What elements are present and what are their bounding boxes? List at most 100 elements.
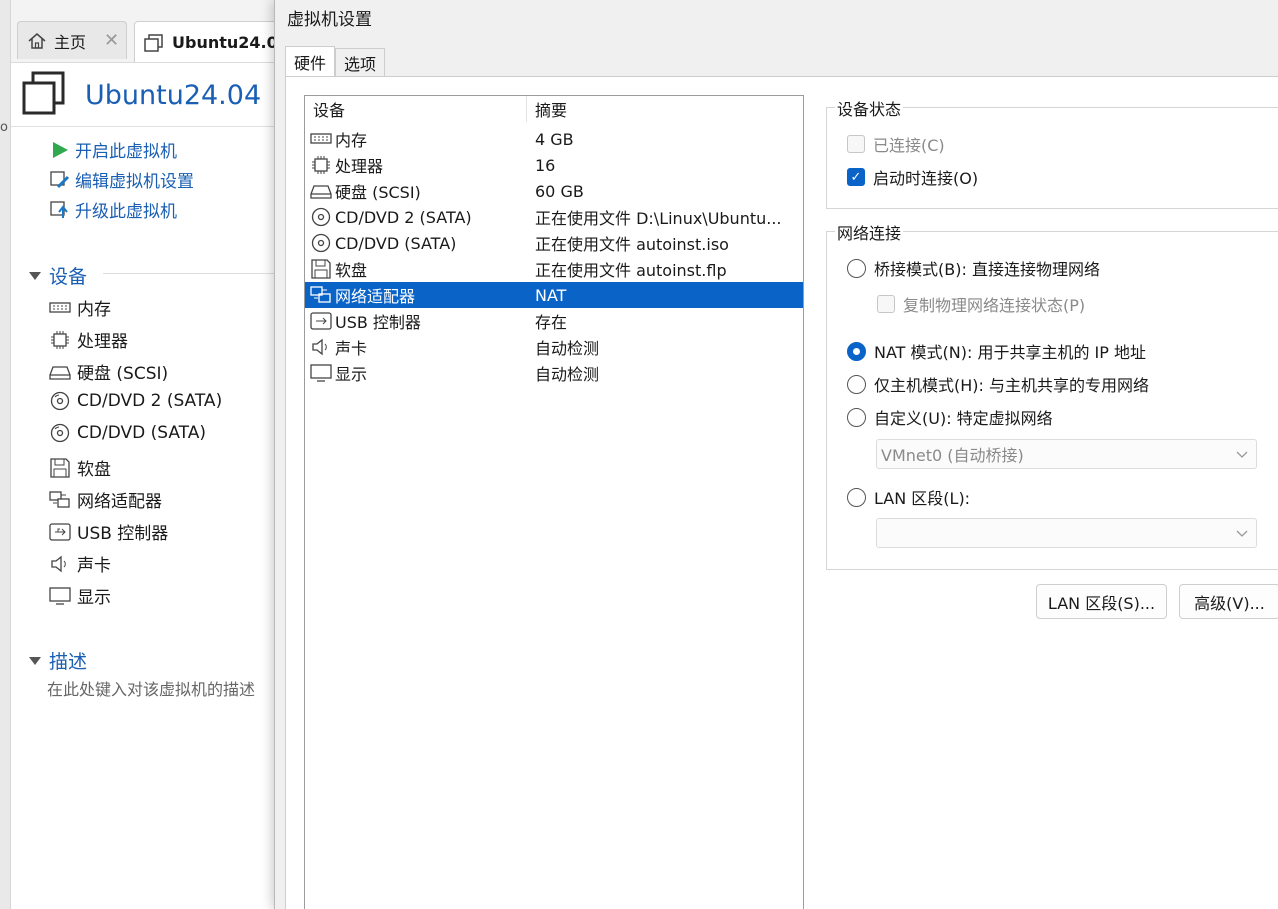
sidebar-item-label: 硬盘 (SCSI): [77, 364, 169, 384]
connected-checkbox[interactable]: 已连接(C): [847, 132, 945, 156]
lan-segment-select[interactable]: [876, 518, 1257, 548]
dialog-title: 虚拟机设置: [287, 10, 372, 30]
sidebar-item-cd-dvd-2[interactable]: CD/DVD 2 (SATA): [49, 391, 222, 411]
description-heading: 描述: [49, 651, 88, 673]
device-name: 声卡: [335, 339, 368, 358]
radio-circle: [847, 374, 866, 394]
upgrade-vm-label: 升级此虚拟机: [75, 202, 177, 222]
sidebar-item-sound[interactable]: 声卡: [49, 551, 111, 576]
device-name: 显示: [335, 365, 368, 384]
collapse-triangle-icon: [29, 271, 41, 280]
network-adapter-icon: [49, 490, 71, 510]
hard-disk-icon: [49, 362, 71, 382]
sidebar-item-memory[interactable]: 内存: [49, 295, 111, 320]
bridged-mode-radio[interactable]: 桥接模式(B): 直接连接物理网络: [847, 256, 1100, 280]
connected-label: 已连接(C): [873, 136, 945, 155]
network-connection-group: 网络连接 桥接模式(B): 直接连接物理网络 复制物理网络连接状态(P) NAT…: [826, 220, 1278, 570]
radio-circle: [847, 487, 866, 507]
devices-section-toggle[interactable]: 设备: [29, 262, 87, 289]
column-header-summary[interactable]: 摘要: [527, 96, 567, 122]
lan-segments-button[interactable]: LAN 区段(S)...: [1036, 584, 1167, 619]
device-row-processor[interactable]: 处理器 16: [305, 152, 803, 178]
device-row-floppy[interactable]: 软盘 正在使用文件 autoinst.flp: [305, 256, 803, 282]
device-row-network-adapter[interactable]: 网络适配器 NAT: [305, 282, 803, 308]
device-row-cd-dvd-2[interactable]: CD/DVD 2 (SATA) 正在使用文件 D:\Linux\Ubuntu..…: [305, 204, 803, 230]
device-summary: 正在使用文件 autoinst.flp: [535, 261, 727, 280]
device-name: 软盘: [335, 261, 368, 280]
sidebar-item-processor[interactable]: 处理器: [49, 327, 128, 352]
sidebar-item-label: 软盘: [77, 460, 111, 480]
sidebar-item-label: 处理器: [77, 332, 128, 352]
sidebar-item-display[interactable]: 显示: [49, 583, 111, 608]
radio-circle: [847, 341, 866, 361]
sidebar-item-label: 内存: [77, 300, 111, 320]
sidebar-item-label: 网络适配器: [77, 492, 162, 512]
custom-network-label: 自定义(U): 特定虚拟网络: [874, 409, 1053, 428]
tab-options[interactable]: 选项: [335, 48, 386, 77]
host-only-mode-radio[interactable]: 仅主机模式(H): 与主机共享的专用网络: [847, 372, 1149, 396]
device-summary: 自动检测: [535, 365, 600, 384]
usb-icon: [310, 311, 332, 331]
home-icon: [26, 31, 48, 51]
cd-dvd-icon: [49, 391, 71, 411]
edit-vm-settings-link[interactable]: 编辑虚拟机设置: [49, 167, 194, 192]
device-row-cd-dvd[interactable]: CD/DVD (SATA) 正在使用文件 autoinst.iso: [305, 230, 803, 256]
radio-circle: [847, 407, 866, 427]
checkbox-box: [877, 295, 895, 313]
chevron-down-icon: [1236, 451, 1248, 458]
upgrade-vm-link[interactable]: 升级此虚拟机: [49, 197, 177, 222]
device-name: 处理器: [335, 157, 384, 176]
display-icon: [310, 363, 332, 383]
device-row-display[interactable]: 显示 自动检测: [305, 360, 803, 386]
power-on-vm-link[interactable]: 开启此虚拟机: [49, 137, 177, 162]
connect-at-power-on-label: 启动时连接(O): [873, 169, 979, 188]
device-summary: 存在: [535, 313, 568, 332]
lan-segment-radio[interactable]: LAN 区段(L):: [847, 485, 970, 509]
device-row-usb[interactable]: USB 控制器 存在: [305, 308, 803, 334]
device-list[interactable]: 设备 摘要 内存 4 GB 处理器 16 硬盘 (SCSI) 60 GB CD/…: [304, 95, 804, 909]
tab-hardware[interactable]: 硬件: [285, 46, 336, 77]
tab-vm[interactable]: Ubuntu24.04: [134, 21, 284, 63]
hard-disk-icon: [310, 181, 332, 201]
tab-home[interactable]: 主页 ✕: [17, 21, 127, 59]
network-connection-legend: 网络连接: [835, 220, 904, 244]
checkmark-icon: ✓: [847, 168, 865, 186]
device-row-memory[interactable]: 内存 4 GB: [305, 126, 803, 152]
replicate-state-checkbox[interactable]: 复制物理网络连接状态(P): [877, 292, 1085, 316]
tab-vm-label: Ubuntu24.04: [172, 33, 284, 52]
nat-mode-label: NAT 模式(N): 用于共享主机的 IP 地址: [874, 343, 1147, 362]
connect-at-power-on-checkbox[interactable]: ✓ 启动时连接(O): [847, 165, 978, 189]
device-row-hard-disk[interactable]: 硬盘 (SCSI) 60 GB: [305, 178, 803, 204]
sidebar-item-hard-disk[interactable]: 硬盘 (SCSI): [49, 359, 168, 384]
sidebar-item-floppy[interactable]: 软盘: [49, 455, 111, 480]
device-row-sound[interactable]: 声卡 自动检测: [305, 334, 803, 360]
device-name: 硬盘 (SCSI): [335, 183, 421, 202]
sidebar-item-label: 声卡: [77, 556, 111, 576]
sidebar-item-cd-dvd[interactable]: CD/DVD (SATA): [49, 423, 206, 443]
upgrade-icon: [49, 200, 71, 220]
description-section-toggle[interactable]: 描述: [29, 647, 87, 674]
section-divider: [103, 273, 303, 274]
description-input[interactable]: 在此处键入对该虚拟机的描述: [47, 676, 255, 700]
advanced-button[interactable]: 高级(V)...: [1179, 584, 1278, 619]
nat-mode-radio[interactable]: NAT 模式(N): 用于共享主机的 IP 地址: [847, 339, 1146, 363]
sidebar-item-network-adapter[interactable]: 网络适配器: [49, 487, 162, 512]
column-header-device[interactable]: 设备: [305, 96, 527, 122]
floppy-icon: [310, 259, 332, 279]
cd-dvd-icon: [310, 207, 332, 227]
device-name: CD/DVD (SATA): [335, 233, 457, 253]
sidebar-item-label: CD/DVD 2 (SATA): [77, 391, 223, 411]
floppy-icon: [49, 457, 71, 478]
device-name: CD/DVD 2 (SATA): [335, 207, 472, 227]
hardware-tab-panel: 设备 摘要 内存 4 GB 处理器 16 硬盘 (SCSI) 60 GB CD/…: [285, 76, 1278, 909]
sidebar-item-usb[interactable]: USB 控制器: [49, 519, 168, 544]
close-tab-icon[interactable]: ✕: [104, 30, 119, 51]
sidebar-item-label: 显示: [77, 588, 111, 608]
custom-network-select[interactable]: VMnet0 (自动桥接): [876, 439, 1257, 469]
sidebar-item-label: USB 控制器: [77, 524, 169, 544]
network-adapter-icon: [310, 285, 332, 305]
tab-home-label: 主页: [54, 32, 87, 52]
devices-heading: 设备: [49, 266, 88, 288]
custom-network-radio[interactable]: 自定义(U): 特定虚拟网络: [847, 405, 1053, 429]
bridged-mode-label: 桥接模式(B): 直接连接物理网络: [874, 260, 1100, 279]
